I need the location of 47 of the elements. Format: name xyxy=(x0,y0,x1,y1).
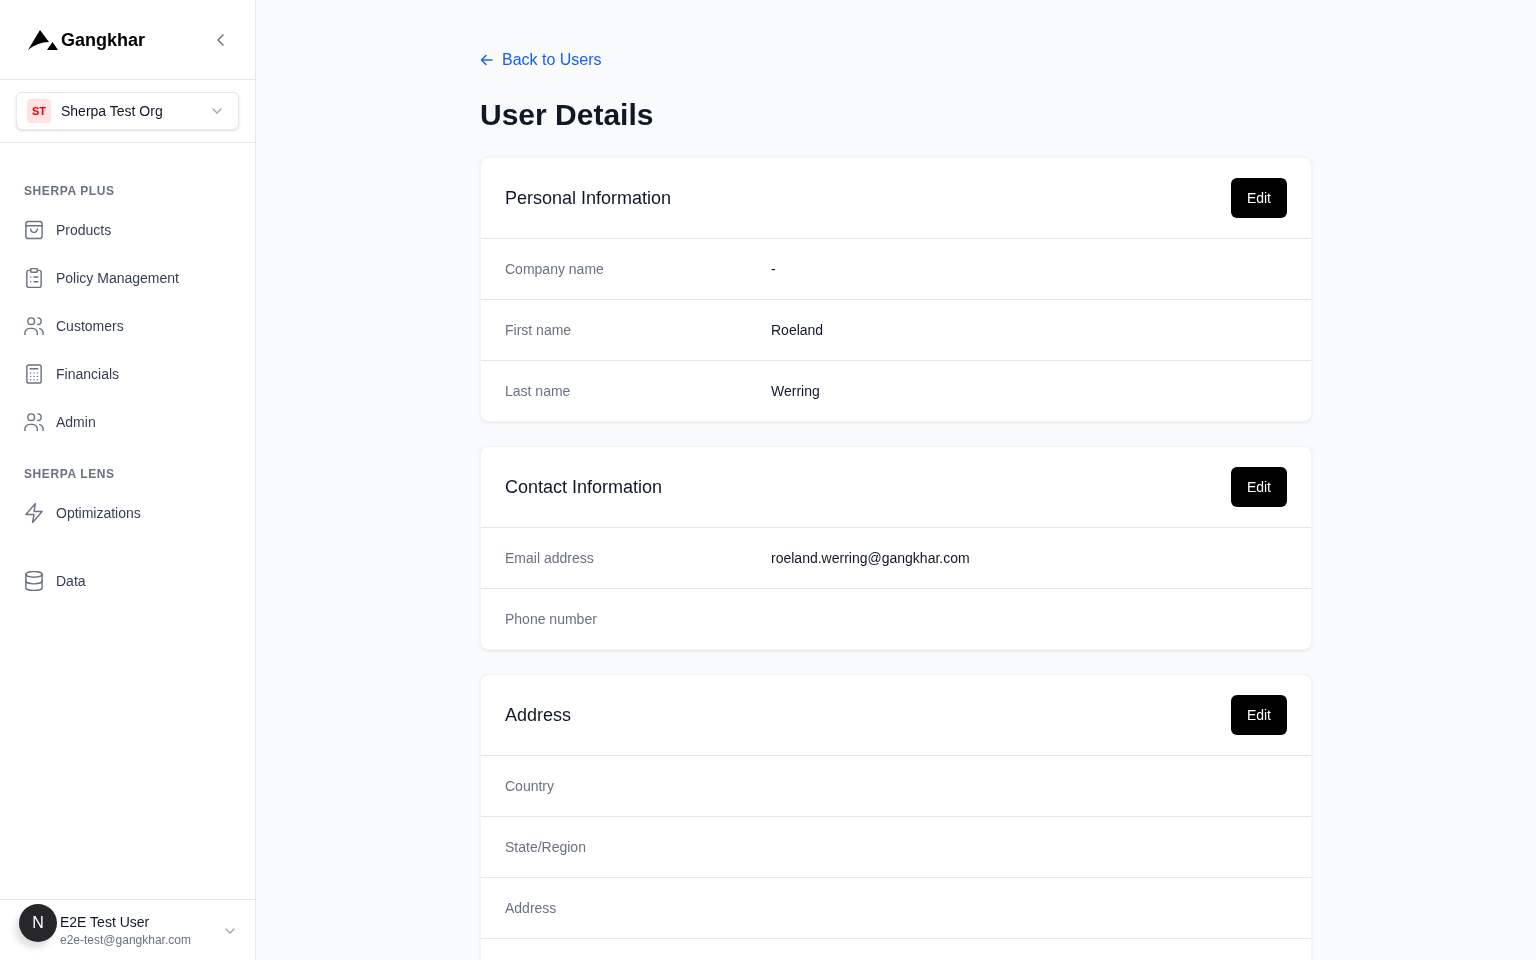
page-title: User Details xyxy=(480,97,655,133)
organization-badge: ST xyxy=(27,99,51,123)
user-avatar: N xyxy=(19,904,57,942)
field-label: Company name xyxy=(505,260,605,279)
calculator-icon xyxy=(24,364,44,384)
user-email: e2e-test@gangkhar.com xyxy=(60,932,192,948)
brand-name: Gangkhar xyxy=(61,30,146,49)
nav-item[interactable]: Financials xyxy=(0,350,255,398)
field-label: Phone number xyxy=(505,610,598,629)
user-name: E2E Test User xyxy=(60,913,151,932)
nav-item[interactable]: Products xyxy=(0,206,255,254)
field-value: - xyxy=(771,260,777,279)
nav-item[interactable]: Policy Management xyxy=(0,254,255,302)
arrow-left-icon xyxy=(480,54,493,66)
edit-button[interactable]: Edit xyxy=(1230,467,1287,507)
database-icon xyxy=(24,571,44,591)
chevron-down-icon xyxy=(212,108,222,114)
card-title: Personal Information xyxy=(505,187,672,210)
field-label: Email address xyxy=(505,549,595,568)
nav-item[interactable]: Admin xyxy=(0,398,255,446)
logo-icon xyxy=(28,29,58,50)
organization-name: Sherpa Test Org xyxy=(61,102,164,121)
chevron-down-icon xyxy=(225,928,235,934)
bag-icon xyxy=(24,220,44,240)
section-heading: SHERPA LENS xyxy=(23,466,116,482)
back-link[interactable]: Back to Users xyxy=(480,48,602,72)
field-label: First name xyxy=(505,321,573,340)
section-heading: SHERPA PLUS xyxy=(23,183,116,199)
card-title: Contact Information xyxy=(505,476,663,499)
nav-item[interactable]: Data xyxy=(0,557,255,605)
clipboard-list-icon xyxy=(24,268,44,288)
edit-button[interactable]: Edit xyxy=(1230,695,1287,735)
field-label: Last name xyxy=(505,382,572,401)
field-value: Roeland xyxy=(771,321,825,340)
field-value: Werring xyxy=(771,382,821,401)
field-label: Country xyxy=(505,777,556,796)
nav-item[interactable]: Customers xyxy=(0,302,255,350)
edit-button[interactable]: Edit xyxy=(1230,178,1287,218)
nav-item[interactable]: Optimizations xyxy=(0,489,255,537)
card-title: Address xyxy=(505,704,572,727)
lightning-icon xyxy=(24,503,44,523)
field-value: roeland.werring@gangkhar.com xyxy=(771,549,971,568)
users-icon xyxy=(24,316,44,336)
field-label: Address xyxy=(505,899,558,918)
field-label: State/Region xyxy=(505,838,587,857)
organization-select[interactable]: ST Sherpa Test Org xyxy=(16,92,239,130)
users-icon xyxy=(24,412,44,432)
